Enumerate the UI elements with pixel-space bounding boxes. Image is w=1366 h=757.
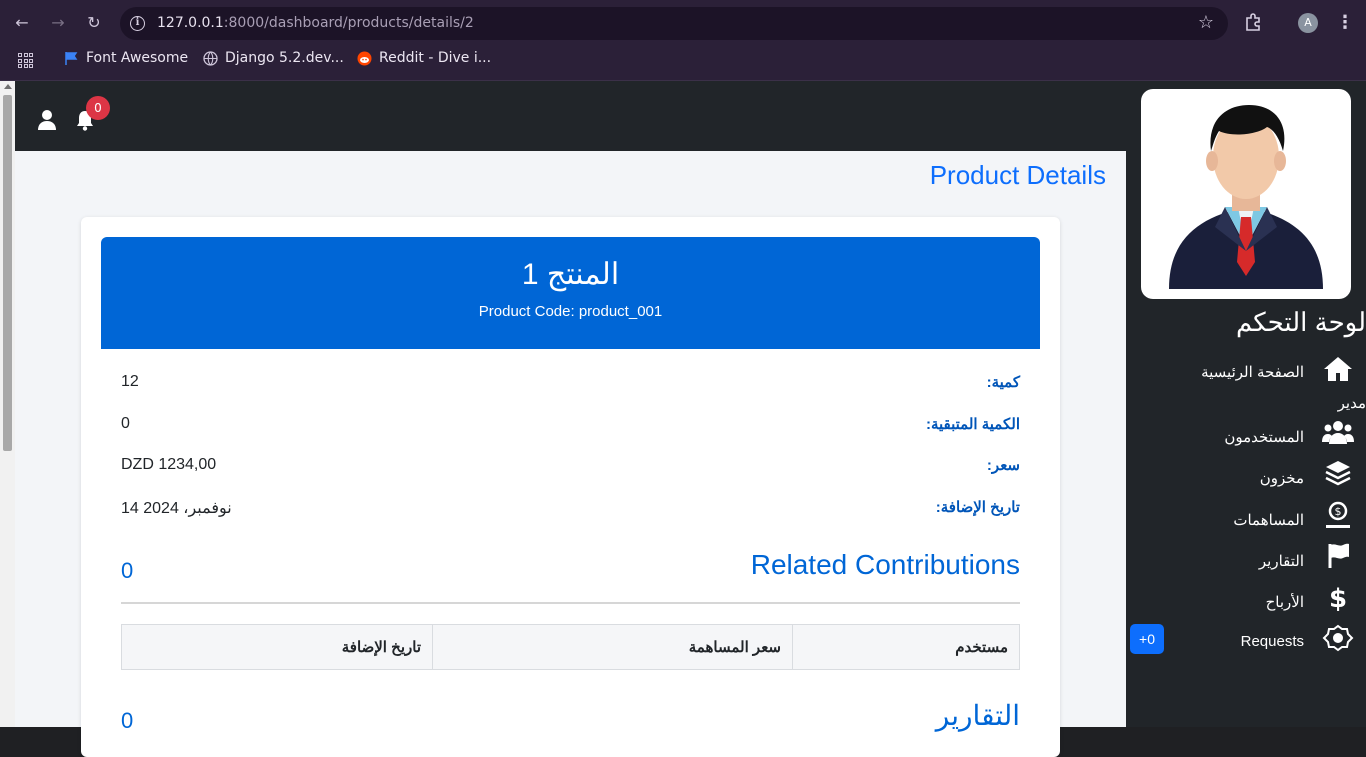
address-bar[interactable]: i 127.0.0.1:8000/dashboard/products/deta… — [120, 7, 1228, 40]
reload-button[interactable]: ↻ — [82, 11, 106, 35]
apps-grid-icon[interactable] — [18, 53, 33, 68]
flag-icon — [1328, 543, 1349, 568]
requests-badge: +0 — [1130, 624, 1164, 654]
contributions-count: 0 — [121, 558, 134, 583]
column-header-date-added[interactable]: تاريخ الإضافة — [121, 624, 433, 670]
page-title: Product Details — [929, 160, 1106, 190]
url-text[interactable]: 127.0.0.1:8000/dashboard/products/detail… — [157, 15, 474, 31]
top-navbar: 0 — [15, 81, 1126, 151]
sidebar-title: لوحة التحكم — [1235, 307, 1366, 337]
profile-avatar[interactable]: A — [1298, 13, 1318, 33]
price-label: سعر: — [986, 457, 1020, 474]
url-path: :8000/dashboard/products/details/2 — [223, 15, 474, 31]
reports-count: 0 — [121, 708, 134, 733]
svg-text:$: $ — [1329, 584, 1347, 611]
contribution-icon: $ — [1326, 501, 1350, 528]
scroll-thumb[interactable] — [3, 95, 12, 451]
notification-badge: 0 — [86, 96, 110, 120]
bookmark-font-awesome[interactable]: Font Awesome — [64, 50, 188, 66]
bookmarks-bar: Font Awesome Django 5.2.dev... Reddit - … — [0, 44, 1366, 76]
forward-button[interactable]: → — [46, 11, 70, 35]
bookmark-star-icon[interactable]: ☆ — [1198, 12, 1214, 33]
remaining-quantity-label: الكمية المتبقية: — [925, 416, 1020, 433]
remaining-quantity-value: 0 — [121, 415, 130, 432]
date-added-value: 14 نوفمبر، 2024 — [121, 500, 232, 517]
bookmark-label: Django 5.2.dev... — [225, 50, 344, 66]
site-info-icon[interactable]: i — [130, 16, 145, 31]
date-added-label: تاريخ الإضافة: — [935, 499, 1020, 516]
flag-icon — [65, 51, 78, 65]
quantity-label: كمية: — [986, 374, 1020, 391]
dollar-icon: $ — [1329, 584, 1347, 611]
layers-icon — [1325, 461, 1351, 486]
bookmark-django[interactable]: Django 5.2.dev... — [203, 50, 344, 66]
badge-icon — [1322, 624, 1354, 652]
home-icon — [1324, 357, 1352, 381]
sidebar-item-label: الصفحة الرئيسية — [1201, 364, 1304, 381]
user-avatar-icon — [1169, 105, 1323, 289]
main-content: Product Details المنتج 1 Product Code: p… — [15, 151, 1126, 757]
url-host: 127.0.0.1 — [157, 15, 224, 31]
page-scrollbar[interactable] — [0, 81, 15, 727]
quantity-value: 12 — [121, 373, 139, 390]
sidebar: لوحة التحكم الصفحة الرئيسية مدير المستخد… — [1126, 81, 1366, 727]
table-header-row: مستخدم سعر المساهمة تاريخ الإضافة — [121, 624, 1020, 670]
reddit-icon — [357, 51, 372, 65]
back-button[interactable]: ← — [10, 11, 34, 35]
users-icon — [1322, 421, 1354, 444]
bookmark-reddit[interactable]: Reddit - Dive i... — [357, 50, 491, 66]
sidebar-item-label: Requests — [1240, 633, 1304, 650]
sidebar-item-label: التقارير — [1258, 553, 1304, 570]
price-value: DZD 1234,00 — [121, 456, 217, 473]
browser-chrome: ← → ↻ i 127.0.0.1:8000/dashboard/product… — [0, 0, 1366, 81]
product-card-header: المنتج 1 Product Code: product_001 — [101, 237, 1040, 349]
reports-title: التقارير — [935, 700, 1020, 731]
sidebar-item-label: المستخدمون — [1224, 429, 1304, 446]
browser-menu-icon[interactable]: ⋮ — [1336, 11, 1354, 35]
bookmark-label: Reddit - Dive i... — [379, 50, 492, 66]
globe-icon — [203, 50, 218, 66]
avatar — [1141, 89, 1351, 299]
scroll-up-arrow-icon[interactable] — [4, 84, 12, 89]
extensions-icon[interactable] — [1244, 12, 1264, 32]
sidebar-item-label: المساهمات — [1233, 512, 1304, 529]
column-header-contribution-price[interactable]: سعر المساهمة — [432, 624, 793, 670]
contributions-table: مستخدم سعر المساهمة تاريخ الإضافة — [121, 624, 1020, 670]
user-icon[interactable] — [37, 109, 57, 131]
product-card: المنتج 1 Product Code: product_001 كمية:… — [81, 217, 1060, 757]
sidebar-item-label: الأرباح — [1265, 594, 1304, 611]
section-divider — [121, 602, 1020, 604]
product-code: Product Code: product_001 — [478, 303, 663, 320]
sidebar-item-label: مخزون — [1259, 470, 1304, 487]
bookmark-label: Font Awesome — [86, 50, 189, 66]
manager-label: مدير — [1337, 395, 1366, 412]
contributions-title: Related Contributions — [750, 549, 1020, 580]
svg-text:$: $ — [1335, 505, 1342, 518]
column-header-user[interactable]: مستخدم — [792, 624, 1020, 670]
product-name: المنتج 1 — [521, 258, 620, 291]
